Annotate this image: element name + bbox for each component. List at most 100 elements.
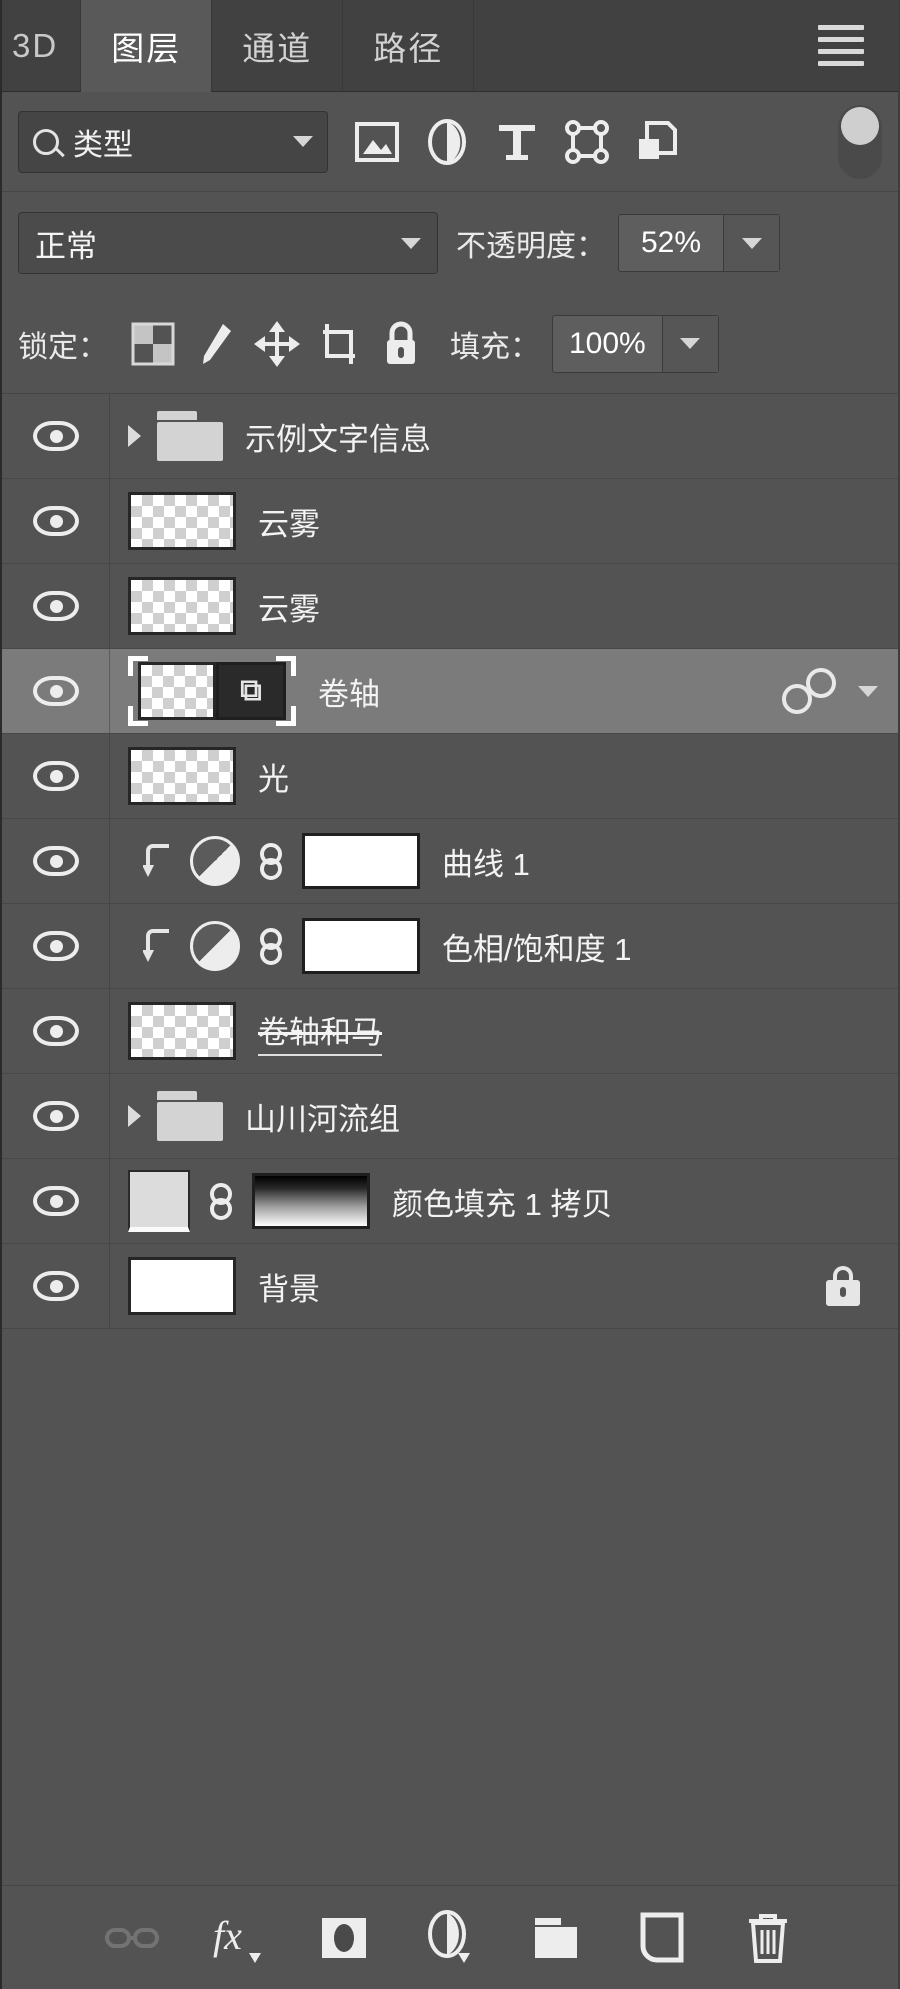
table-row[interactable]: 山川河流组 (2, 1074, 898, 1159)
layer-body[interactable]: 示例文字信息 (110, 411, 898, 461)
chevron-right-icon[interactable] (128, 1105, 141, 1127)
layer-name[interactable]: 卷轴 (318, 669, 380, 714)
chevron-down-icon (680, 338, 701, 349)
tab-channels[interactable]: 通道 (212, 0, 344, 91)
table-row[interactable]: 光 (2, 734, 898, 819)
layer-thumbnail (128, 577, 236, 635)
table-row[interactable]: 曲线 1 (2, 819, 898, 904)
filter-type-select[interactable]: 类型 (18, 110, 328, 173)
lock-all-icon[interactable] (370, 313, 432, 375)
filter-enable-toggle[interactable] (838, 104, 882, 179)
table-row[interactable]: ⧉ 卷轴 (2, 649, 898, 734)
layer-body[interactable]: 色相/饱和度 1 (110, 918, 898, 974)
filter-adjustment-layers-icon[interactable] (412, 111, 482, 173)
tab-paths[interactable]: 路径 (343, 0, 475, 91)
chevron-down-icon (401, 237, 421, 249)
layer-visibility-toggle[interactable] (2, 734, 110, 818)
filter-type-layers-icon[interactable] (482, 111, 552, 173)
layer-style-fx-icon[interactable]: fx (208, 1908, 268, 1968)
layer-name[interactable]: 色相/饱和度 1 (442, 924, 631, 969)
table-row[interactable]: 背景 (2, 1244, 898, 1329)
tab-layers[interactable]: 图层 (81, 0, 213, 92)
selection-corners-icon (128, 656, 296, 726)
new-group-icon[interactable] (526, 1908, 586, 1968)
opacity-stepper[interactable] (723, 215, 779, 271)
layer-visibility-toggle[interactable] (2, 1244, 110, 1328)
layer-body[interactable]: 背景 (110, 1257, 898, 1315)
layer-body[interactable]: 山川河流组 (110, 1091, 898, 1141)
add-layer-mask-icon[interactable] (314, 1908, 374, 1968)
layer-body[interactable]: 颜色填充 1 拷贝 (110, 1170, 898, 1232)
lock-image-pixels-icon[interactable] (184, 313, 246, 375)
layer-visibility-toggle[interactable] (2, 564, 110, 648)
chevron-down-icon[interactable] (846, 685, 890, 697)
layer-name[interactable]: 山川河流组 (245, 1094, 400, 1139)
tab-layers-label: 图层 (111, 29, 182, 67)
layer-body[interactable]: 卷轴和马 (110, 1002, 898, 1060)
link-mask-icon[interactable] (256, 835, 286, 887)
new-layer-icon[interactable] (632, 1908, 692, 1968)
layer-visibility-toggle[interactable] (2, 819, 110, 903)
layer-thumbnail (128, 1002, 236, 1060)
eye-icon (32, 421, 79, 451)
layer-visibility-toggle[interactable] (2, 904, 110, 988)
eye-icon (32, 1186, 79, 1216)
table-row[interactable]: 色相/饱和度 1 (2, 904, 898, 989)
layer-body[interactable]: ⧉ 卷轴 (110, 656, 898, 726)
table-row[interactable]: 云雾 (2, 479, 898, 564)
fill-value: 100% (569, 326, 646, 360)
layer-visibility-toggle[interactable] (2, 1159, 110, 1243)
tab-3d[interactable]: 3D (2, 0, 82, 91)
lock-transparent-pixels-icon[interactable] (122, 313, 184, 375)
toggle-knob (841, 106, 879, 145)
link-mask-icon[interactable] (256, 920, 286, 972)
layers-bottom-toolbar: fx (2, 1885, 898, 1989)
layer-name[interactable]: 云雾 (258, 584, 320, 629)
layer-visibility-toggle[interactable] (2, 649, 110, 733)
table-row[interactable]: 云雾 (2, 564, 898, 649)
filter-pixel-layers-icon[interactable] (342, 111, 412, 173)
delete-layer-icon[interactable] (738, 1908, 798, 1968)
new-adjustment-layer-icon[interactable] (420, 1908, 480, 1968)
layer-visibility-toggle[interactable] (2, 1074, 110, 1158)
fill-layer-thumbnail (128, 1170, 190, 1232)
layer-visibility-toggle[interactable] (2, 989, 110, 1073)
blend-mode-select[interactable]: 正常 (18, 212, 438, 274)
layer-name-input[interactable]: 卷轴和马 (258, 1007, 382, 1056)
layer-visibility-toggle[interactable] (2, 479, 110, 563)
lock-icon[interactable] (826, 1266, 860, 1306)
lock-position-icon[interactable] (246, 313, 308, 375)
link-mask-icon[interactable] (206, 1175, 236, 1227)
layer-body[interactable]: 光 (110, 747, 898, 805)
fill-stepper[interactable] (661, 315, 718, 372)
layer-name[interactable]: 示例文字信息 (245, 414, 431, 459)
smart-object-thumbnail: ⧉ (128, 656, 296, 726)
table-row[interactable]: 卷轴和马 (2, 989, 898, 1074)
layer-body[interactable]: 云雾 (110, 577, 898, 635)
table-row[interactable]: 示例文字信息 (2, 394, 898, 479)
lock-artboard-nesting-icon[interactable] (308, 313, 370, 375)
adjustment-layer-icon (190, 836, 240, 886)
layer-name[interactable]: 背景 (258, 1264, 320, 1309)
smart-filters-icon[interactable] (782, 668, 836, 714)
layer-visibility-toggle[interactable] (2, 394, 110, 478)
filter-smart-object-layers-icon[interactable] (622, 111, 692, 173)
opacity-label: 不透明度： (456, 230, 606, 263)
table-row[interactable]: 颜色填充 1 拷贝 (2, 1159, 898, 1244)
layer-row-right (782, 668, 898, 714)
layer-name[interactable]: 颜色填充 1 拷贝 (392, 1179, 612, 1224)
chevron-right-icon[interactable] (128, 425, 141, 447)
layer-name[interactable]: 云雾 (258, 499, 320, 544)
folder-icon (157, 411, 223, 461)
fill-field[interactable]: 100% (552, 314, 719, 373)
opacity-field[interactable]: 52% (618, 214, 780, 272)
layer-body[interactable]: 云雾 (110, 492, 898, 550)
eye-icon (32, 506, 79, 536)
filter-shape-layers-icon[interactable] (552, 111, 622, 173)
layer-name[interactable]: 曲线 1 (442, 839, 530, 884)
layer-body[interactable]: 曲线 1 (110, 833, 898, 889)
hamburger-line (818, 25, 864, 30)
link-layers-icon[interactable] (102, 1908, 162, 1968)
hamburger-menu-icon[interactable] (784, 0, 898, 91)
layer-name[interactable]: 光 (258, 754, 289, 799)
